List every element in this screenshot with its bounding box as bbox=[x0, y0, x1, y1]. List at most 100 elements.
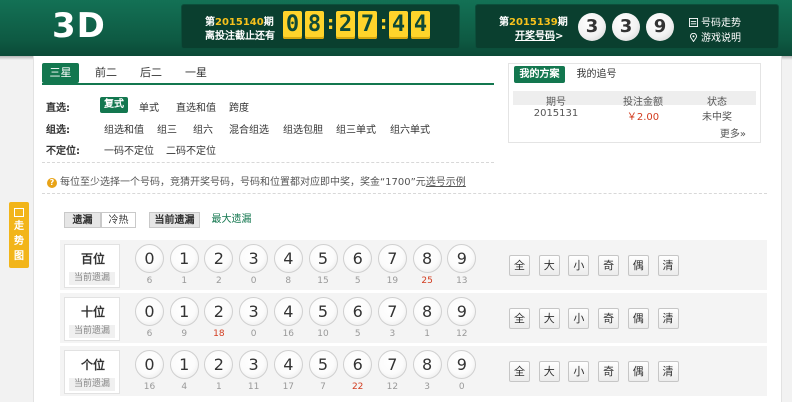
quick-select-button[interactable]: 清 bbox=[657, 308, 679, 329]
number-ball[interactable]: 9 bbox=[447, 244, 477, 273]
tab-front-two[interactable]: 前二 bbox=[88, 63, 124, 83]
number-ball[interactable]: 6 bbox=[343, 350, 373, 379]
plan-cell-issue: 2015131 bbox=[533, 108, 579, 119]
quick-select-button[interactable]: 全 bbox=[509, 255, 530, 276]
number-ball[interactable]: 2 bbox=[204, 297, 234, 326]
number-ball[interactable]: 4 bbox=[273, 350, 303, 379]
tab-three-star[interactable]: 三星 bbox=[42, 63, 79, 83]
option-group-bile[interactable]: 组选包胆 bbox=[283, 121, 323, 136]
draw-issue: 第2015139期 bbox=[499, 17, 568, 28]
number-ball[interactable]: 2 bbox=[204, 350, 234, 379]
miss-count: 25 bbox=[421, 276, 433, 286]
logo: 3D bbox=[52, 6, 106, 46]
quick-select-button[interactable]: 偶 bbox=[627, 308, 649, 329]
draw-label[interactable]: 开奖号码> bbox=[515, 27, 563, 42]
quick-select-button[interactable]: 小 bbox=[568, 255, 590, 276]
option-two-unfixed[interactable]: 二码不定位 bbox=[166, 142, 216, 157]
quick-select-button[interactable]: 清 bbox=[657, 361, 679, 382]
quick-select-button[interactable]: 清 bbox=[657, 255, 679, 276]
option-group-three[interactable]: 组三 bbox=[157, 121, 177, 136]
example-link[interactable]: 选号示例 bbox=[426, 177, 466, 188]
number-ball[interactable]: 8 bbox=[412, 244, 442, 273]
option-span[interactable]: 跨度 bbox=[229, 99, 249, 114]
number-ball[interactable]: 2 bbox=[204, 244, 234, 273]
number-ball[interactable]: 3 bbox=[239, 297, 269, 326]
option-mixed-group[interactable]: 混合组选 bbox=[229, 121, 269, 136]
tab-my-follow[interactable]: 我的追号 bbox=[571, 66, 622, 83]
quick-select-button[interactable]: 奇 bbox=[598, 255, 620, 276]
number-ball[interactable]: 3 bbox=[239, 244, 269, 273]
plan-cell-status: 未中奖 bbox=[702, 112, 732, 123]
number-ball[interactable]: 5 bbox=[308, 350, 338, 379]
number-ball[interactable]: 1 bbox=[169, 297, 199, 326]
option-group-six[interactable]: 组六 bbox=[193, 121, 213, 136]
quick-select-button[interactable]: 大 bbox=[538, 308, 560, 329]
number-ball[interactable]: 8 bbox=[412, 350, 442, 379]
quick-select-button[interactable]: 全 bbox=[509, 308, 530, 329]
tab-current-miss[interactable]: 当前遗漏 bbox=[149, 212, 200, 228]
chart-icon bbox=[689, 18, 698, 27]
quick-select-button[interactable]: 偶 bbox=[627, 361, 649, 382]
trend-side-tab[interactable]: 走 势 图 bbox=[9, 202, 29, 268]
miss-count: 1 bbox=[181, 276, 188, 286]
number-ball[interactable]: 7 bbox=[377, 297, 407, 326]
number-ball[interactable]: 7 bbox=[377, 350, 407, 379]
number-ball[interactable]: 9 bbox=[447, 350, 477, 379]
side-tab-char: 图 bbox=[14, 251, 24, 262]
number-ball[interactable]: 1 bbox=[169, 244, 199, 273]
option-fushi[interactable]: 复式 bbox=[100, 97, 128, 113]
tab-one-star[interactable]: 一星 bbox=[178, 63, 214, 83]
number-ball[interactable]: 3 bbox=[239, 350, 269, 379]
miss-count: 17 bbox=[282, 382, 295, 392]
countdown-issue: 第2015140期 bbox=[205, 17, 274, 28]
number-ball[interactable]: 4 bbox=[273, 297, 303, 326]
tabs-underline bbox=[42, 83, 494, 85]
number-ball[interactable]: 8 bbox=[412, 297, 442, 326]
number-ball[interactable]: 5 bbox=[308, 297, 338, 326]
option-direct-sum[interactable]: 直选和值 bbox=[176, 99, 216, 114]
number-ball[interactable]: 4 bbox=[273, 244, 303, 273]
quick-select-button[interactable]: 奇 bbox=[598, 361, 620, 382]
quick-select-button[interactable]: 小 bbox=[568, 308, 590, 329]
miss-count: 15 bbox=[317, 276, 329, 286]
tab-my-plan[interactable]: 我的方案 bbox=[514, 66, 565, 83]
miss-count: 0 bbox=[250, 329, 257, 339]
option-group-sum[interactable]: 组选和值 bbox=[104, 121, 144, 136]
miss-count: 12 bbox=[386, 382, 399, 392]
plan-col-issue: 期号 bbox=[546, 97, 566, 108]
tab-hot-cold[interactable]: 冷热 bbox=[101, 212, 136, 228]
option-one-unfixed[interactable]: 一码不定位 bbox=[104, 142, 154, 157]
number-ball[interactable]: 0 bbox=[135, 244, 164, 273]
tab-back-two[interactable]: 后二 bbox=[133, 63, 169, 83]
miss-count: 9 bbox=[181, 329, 188, 339]
option-group-three-single[interactable]: 组三单式 bbox=[336, 121, 376, 136]
number-ball[interactable]: 6 bbox=[343, 297, 373, 326]
position-label-box: 百位 当前遗漏 bbox=[64, 244, 120, 288]
quick-select-button[interactable]: 偶 bbox=[627, 255, 649, 276]
countdown-colon: : bbox=[327, 13, 335, 34]
number-ball[interactable]: 1 bbox=[169, 350, 199, 379]
header-bar: 3D 第2015140期 离投注截止还有 0 8 : 2 7 : 4 4 第20… bbox=[0, 0, 792, 60]
tab-miss[interactable]: 遗漏 bbox=[64, 212, 101, 228]
option-danshi[interactable]: 单式 bbox=[139, 99, 159, 114]
tab-max-miss[interactable]: 最大遗漏 bbox=[209, 212, 254, 228]
quick-select-button[interactable]: 大 bbox=[538, 361, 560, 382]
number-ball[interactable]: 0 bbox=[135, 297, 164, 326]
number-ball[interactable]: 6 bbox=[343, 244, 373, 273]
number-ball[interactable]: 0 bbox=[135, 350, 164, 379]
quick-select-button[interactable]: 全 bbox=[509, 361, 530, 382]
quick-select-button[interactable]: 奇 bbox=[598, 308, 620, 329]
number-ball[interactable]: 5 bbox=[308, 244, 338, 273]
trend-link[interactable]: 号码走势 bbox=[689, 14, 741, 29]
position-name: 百位 bbox=[80, 252, 105, 266]
quick-select-button[interactable]: 小 bbox=[568, 361, 590, 382]
quick-select-button[interactable]: 大 bbox=[538, 255, 560, 276]
draw-ball: 3 bbox=[612, 13, 640, 41]
option-group-six-single[interactable]: 组六单式 bbox=[390, 121, 430, 136]
number-ball[interactable]: 9 bbox=[447, 297, 477, 326]
more-link[interactable]: 更多» bbox=[720, 125, 746, 140]
number-ball[interactable]: 7 bbox=[377, 244, 407, 273]
game-rules-link[interactable]: 游戏说明 bbox=[689, 29, 741, 44]
rule-hint: ? 每位至少选择一个号码，竞猜开奖号码，号码和位置都对应即中奖，奖金“1700”元… bbox=[47, 173, 466, 188]
miss-count: 5 bbox=[354, 276, 361, 286]
